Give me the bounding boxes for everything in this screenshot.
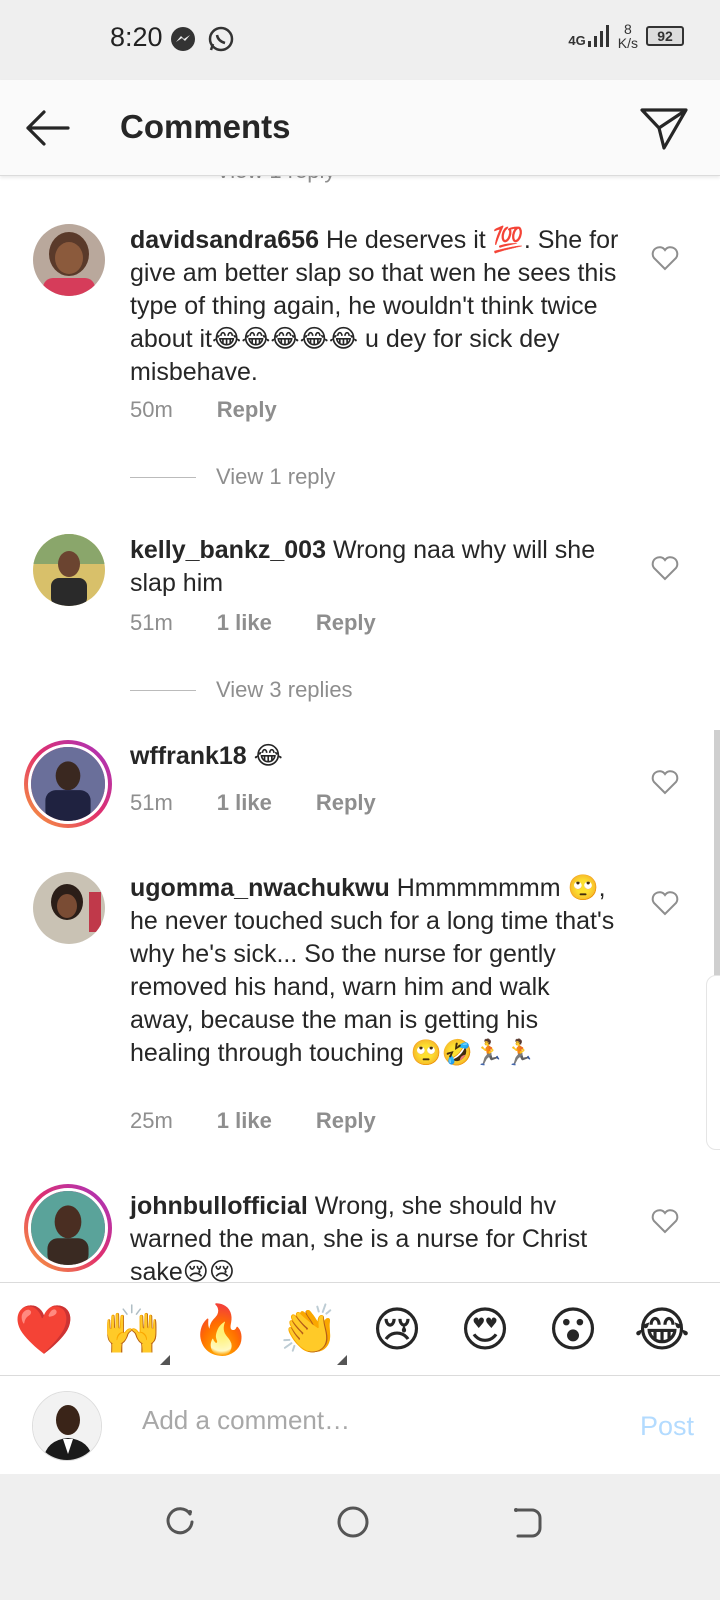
page-title: Comments (120, 108, 291, 145)
comment-meta: 25m 1 like Reply (130, 1108, 376, 1134)
network-speed: 8 K/s (618, 22, 638, 50)
comment-username[interactable]: davidsandra656 (130, 226, 319, 254)
signal-icon: 4G (568, 25, 609, 47)
comment-time: 50m (130, 397, 173, 422)
avatar[interactable] (33, 224, 105, 296)
comment-meta: 51m 1 like Reply (130, 610, 376, 636)
heart-outline-icon[interactable] (651, 555, 679, 581)
comment-text: johnbullofficial Wrong, she should hv wa… (130, 1190, 620, 1289)
status-indicators: 4G 8 K/s 92 (568, 22, 684, 50)
status-bar: 8:20 4G 8 K/s 92 (0, 0, 720, 80)
reply-button[interactable]: Reply (316, 610, 376, 636)
recent-apps-icon[interactable] (162, 1504, 198, 1540)
heart-outline-icon[interactable] (651, 890, 679, 916)
comment-time: 51m (130, 610, 173, 635)
comment-message: 😂 (253, 742, 283, 770)
comments-header: Comments (0, 80, 720, 176)
view-replies-link[interactable]: View 3 replies (130, 677, 353, 703)
heart-outline-icon[interactable] (651, 769, 679, 795)
comment-username[interactable]: johnbullofficial (130, 1192, 308, 1220)
comment-username[interactable]: kelly_bankz_003 (130, 536, 326, 564)
signal-bars-icon (587, 25, 609, 47)
reaction-fire[interactable]: 🔥 (191, 1301, 251, 1361)
view-replies-label: View 1 reply (216, 464, 336, 489)
divider (130, 476, 196, 478)
avatar[interactable] (33, 872, 105, 944)
reaction-glyph: 👏 (279, 1304, 339, 1357)
status-time: 8:20 (110, 22, 163, 52)
comments-list[interactable]: View 1 reply davidsandra656 He deserves … (0, 176, 720, 1306)
home-icon[interactable] (335, 1504, 371, 1540)
comment-meta: 50m Reply (130, 397, 277, 423)
reaction-heart-eyes[interactable]: 😍 (455, 1301, 515, 1361)
avatar[interactable] (24, 1184, 112, 1272)
heart-outline-icon[interactable] (651, 245, 679, 271)
heart-outline-icon[interactable] (651, 1208, 679, 1234)
system-nav-bar (0, 1474, 720, 1600)
post-button[interactable]: Post (640, 1411, 694, 1442)
comment-time: 25m (130, 1108, 173, 1133)
reaction-heart[interactable]: ❤️ (14, 1301, 74, 1361)
arrow-left-icon[interactable] (22, 106, 72, 150)
comment-text: kelly_bankz_003 Wrong naa why will she s… (130, 534, 620, 600)
avatar[interactable] (32, 1391, 102, 1461)
reply-button[interactable]: Reply (316, 1108, 376, 1134)
avatar[interactable] (33, 534, 105, 606)
comment-text: ugomma_nwachukwu Hmmmmmmm 🙄, he never to… (130, 872, 620, 1070)
comment-text: wffrank18 😂 (130, 740, 620, 773)
whatsapp-icon (208, 26, 234, 52)
paper-plane-icon[interactable] (638, 104, 690, 152)
comment-username[interactable]: ugomma_nwachukwu (130, 874, 390, 902)
variant-indicator (160, 1355, 170, 1365)
messenger-icon (171, 27, 195, 51)
speed-value: 8 (623, 21, 632, 37)
avatar[interactable] (24, 740, 112, 828)
speed-unit: K/s (617, 35, 638, 51)
quick-reactions-bar: ❤️ 🙌 🔥 👏 😢 😍 😮 😂 (0, 1282, 720, 1376)
reaction-laughing[interactable]: 😂 (632, 1301, 692, 1361)
variant-indicator (337, 1355, 347, 1365)
comment-username[interactable]: wffrank18 (130, 742, 247, 770)
reaction-crying[interactable]: 😢 (367, 1301, 427, 1361)
edge-handle[interactable] (706, 975, 720, 1150)
battery-icon: 92 (646, 26, 684, 46)
reply-button[interactable]: Reply (316, 790, 376, 816)
reply-button[interactable]: Reply (217, 397, 277, 423)
view-replies-label: View 3 replies (216, 677, 353, 702)
reaction-surprised[interactable]: 😮 (543, 1301, 603, 1361)
view-replies-link[interactable]: View 1 reply (130, 464, 335, 490)
reaction-raising-hands[interactable]: 🙌 (102, 1301, 170, 1365)
comment-time: 51m (130, 790, 173, 815)
likes-count[interactable]: 1 like (217, 610, 272, 636)
comment-meta: 51m 1 like Reply (130, 790, 376, 816)
back-nav-icon[interactable] (508, 1504, 544, 1540)
reaction-glyph: 🙌 (102, 1304, 162, 1357)
add-comment-bar: Post (0, 1377, 720, 1474)
network-type: 4G (568, 33, 586, 48)
scrollbar[interactable] (714, 730, 720, 980)
view-replies-link[interactable]: View 1 reply (216, 176, 335, 184)
comment-message: Hmmmmmmm 🙄, he never touched such for a … (130, 874, 615, 1067)
comment-input[interactable] (142, 1405, 582, 1436)
likes-count[interactable]: 1 like (217, 790, 272, 816)
comment-text: davidsandra656 He deserves it 💯. She for… (130, 224, 620, 389)
likes-count[interactable]: 1 like (217, 1108, 272, 1134)
reaction-clapping[interactable]: 👏 (279, 1301, 347, 1365)
divider (130, 689, 196, 691)
